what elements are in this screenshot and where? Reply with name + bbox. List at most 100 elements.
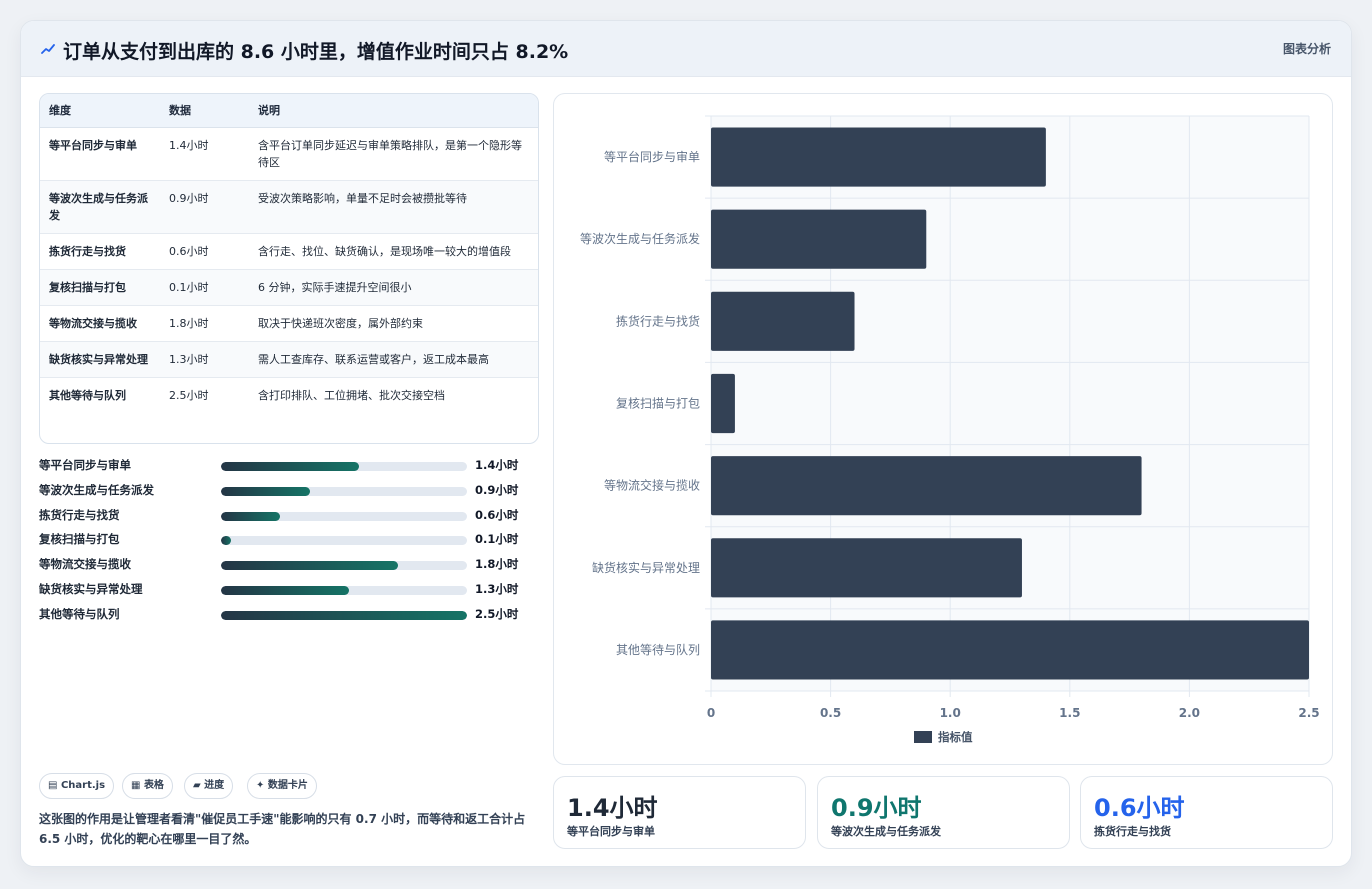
progress-fill [221,610,467,620]
progress-label: 拣货行走与找货 [39,507,120,522]
stat-card-1: 1.4小时 等平台同步与审单 [553,776,806,849]
cell-dimension: 等物流交接与揽收 [40,305,160,342]
stat-card-3: 0.6小时 拣货行走与找货 [1080,776,1333,849]
table-row: 等波次生成与任务派发 0.9小时 受波次策略影响，单量不足时会被攒批等待 [40,180,538,234]
bar [711,538,1022,598]
progress-row: 等物流交接与揽收 1.8小时 [39,553,539,578]
cell-desc: 含平台订单同步延迟与审单策略排队，是第一个隐形等待区 [249,127,538,181]
cell-data: 2.5小时 [160,377,249,413]
y-category-label: 等波次生成与任务派发 [580,231,700,246]
main-card: 订单从支付到出库的 8.6 小时里，增值作业时间只占 8.2% 图表分析 维度 … [20,20,1352,867]
cell-data: 0.1小时 [160,269,249,306]
cell-dimension: 缺货核实与异常处理 [40,341,160,378]
x-tick-label: 1.5 [1059,706,1080,720]
progress-label: 复核扫描与打包 [39,532,120,547]
table-icon: ▦ [131,780,144,791]
table-header-row: 维度 数据 说明 [40,94,538,128]
stat-value: 1.4小时 [567,794,658,822]
y-category-label: 其他等待与队列 [616,642,700,657]
chip-chartjs[interactable]: ▤ Chart.js [39,773,115,799]
trend-line-icon [41,44,55,54]
cell-desc: 需人工查库存、联系运营或客户，返工成本最高 [249,341,538,378]
cell-desc: 含打印排队、工位拥堵、批次交接空档 [249,377,538,413]
progress-row: 等平台同步与审单 1.4小时 [39,454,539,479]
table-row: 等平台同步与审单 1.4小时 含平台订单同步延迟与审单策略排队，是第一个隐形等待区 [40,127,538,181]
data-table: 维度 数据 说明 等平台同步与审单 1.4小时 含平台订单同步延迟与审单策略排队，是… [39,93,539,444]
cell-data: 1.3小时 [160,341,249,378]
col-header-data: 数据 [160,94,249,128]
progress-track [221,462,467,471]
table-row: 拣货行走与找货 0.6小时 含行走、找位、缺货确认，是现场唯一较大的增值段 [40,233,538,270]
col-header-dimension: 维度 [40,94,160,128]
bar [711,209,927,269]
progress-track [221,585,467,595]
stat-value: 0.6小时 [1094,794,1185,822]
y-category-label: 复核扫描与打包 [616,397,700,411]
x-tick-label: 0.5 [820,706,841,720]
cell-desc: 含行走、找位、缺货确认，是现场唯一较大的增值段 [249,233,538,270]
header: 订单从支付到出库的 8.6 小时里，增值作业时间只占 8.2% 图表分析 [21,21,1351,77]
progress-value: 1.4小时 [475,458,519,472]
legend-label: 指标值 [938,730,973,744]
chip-data-card[interactable]: ✦ 数据卡片 [247,773,317,799]
summary-note: 这张图的作用是让管理者看清"催促员工手速"能影响的只有 0.7 小时，而等待和返… [39,812,526,846]
legend-swatch [914,731,932,743]
cell-data: 1.4小时 [160,127,249,181]
y-category-label: 缺货核实与异常处理 [592,560,700,575]
progress-value: 1.3小时 [475,581,519,596]
progress-fill [221,585,349,595]
table-row: 其他等待与队列 2.5小时 含打印排队、工位拥堵、批次交接空档 [40,377,538,413]
progress-track [221,536,467,546]
cell-dimension: 等平台同步与审单 [40,127,160,181]
page-title: 订单从支付到出库的 8.6 小时里，增值作业时间只占 8.2% [63,41,569,63]
bar [711,291,855,351]
bar [711,373,735,434]
progress-track [221,610,467,620]
x-tick-label: 2.5 [1298,706,1319,720]
progress-value: 2.5小时 [475,606,519,621]
progress-label: 等平台同步与审单 [39,458,131,472]
progress-row: 缺货核实与异常处理 1.3小时 [39,578,539,603]
bar [711,127,1046,187]
table-row: 等物流交接与揽收 1.8小时 取决于快递班次密度，属外部约束 [40,305,538,342]
cell-desc: 取决于快递班次密度，属外部约束 [249,305,538,342]
progress-fill [221,511,281,521]
progress-value: 0.6小时 [475,507,519,522]
progress-fill [221,536,231,546]
y-category-label: 等物流交接与揽收 [604,478,700,493]
sparkle-icon: ✦ [256,780,268,791]
stat-label: 等波次生成与任务派发 [831,825,941,838]
col-header-desc: 说明 [249,94,538,128]
progress-track [221,511,467,521]
cell-desc: 6 分钟，实际手速提升空间很小 [249,269,538,306]
progress-row: 复核扫描与打包 0.1小时 [39,528,539,553]
progress-label: 等波次生成与任务派发 [39,482,154,497]
cell-desc: 受波次策略影响，单量不足时会被攒批等待 [249,180,538,234]
table-row: 缺货核实与异常处理 1.3小时 需人工查库存、联系运营或客户，返工成本最高 [40,341,538,378]
table-row: 复核扫描与打包 0.1小时 6 分钟，实际手速提升空间很小 [40,269,538,306]
chart-icon: ▤ [48,780,61,791]
chip-table[interactable]: ▦ 表格 [122,773,173,799]
chip-progress[interactable]: ▰ 进度 [184,773,234,799]
progress-value: 0.1小时 [475,532,519,547]
bar-chart: 0 0.5 1.0 1.5 2.0 2.5 等平台同步与审单 等波次生成与任务派发 拣货行走与找… [553,93,1333,765]
y-category-label: 拣货行走与找货 [616,313,700,328]
progress-label: 等物流交接与揽收 [39,557,131,572]
stat-label: 拣货行走与找货 [1094,825,1171,838]
progress-fill [221,462,359,471]
x-tick-label: 2.0 [1179,706,1200,720]
plot-area [711,116,1309,691]
bar [711,620,1309,680]
bar [711,456,1142,516]
cell-data: 0.9小时 [160,180,249,234]
stat-value: 0.9小时 [831,794,922,822]
cell-dimension: 复核扫描与打包 [40,269,160,306]
cell-dimension: 等波次生成与任务派发 [40,180,160,234]
chart-svg: 0 0.5 1.0 1.5 2.0 2.5 等平台同步与审单等波次生成与任务派发拣货行走与找… [580,115,1320,744]
cell-data: 0.6小时 [160,233,249,270]
chart-analysis-tag: 图表分析 [1282,42,1331,56]
progress-icon: ▰ [193,780,205,791]
progress-list: 等平台同步与审单 1.4小时等波次生成与任务派发 0.9小时拣货行走与找货 0.6小时… [39,454,539,628]
progress-track [221,561,467,571]
progress-row: 等波次生成与任务派发 0.9小时 [39,479,539,504]
